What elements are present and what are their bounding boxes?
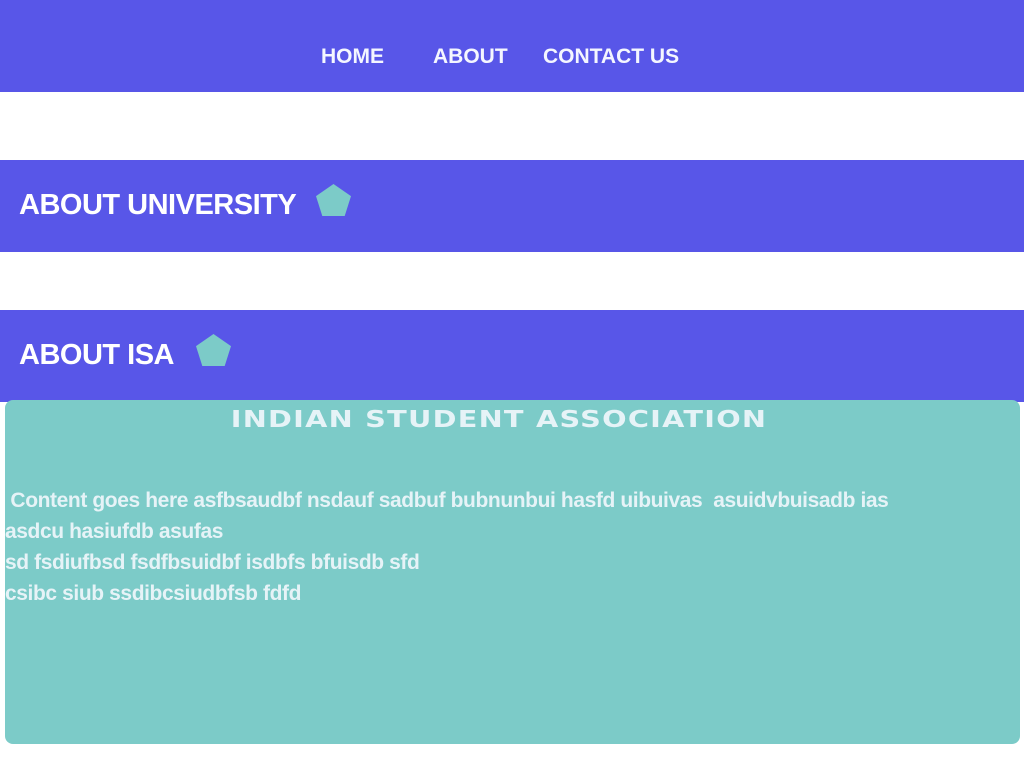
isa-content-card: INDIAN STUDENT ASSOCIATION Content goes … [5,400,1020,744]
card-text-line: csibc siub ssdibcsiudbfsb fdfd [5,582,302,605]
card-body-text: Content goes here asfbsaudbf nsdauf sadb… [5,485,1017,609]
about-isa-title[interactable]: ABOUT ISA [19,337,175,373]
about-university-title[interactable]: ABOUT UNIVERSITY [19,187,297,223]
top-navbar: HOME ABOUT CONTACT US [0,0,1024,92]
nav-contact-us-link[interactable]: CONTACT US [543,44,679,70]
nav-about-link[interactable]: ABOUT [433,44,508,70]
nav-home-link[interactable]: HOME [321,44,384,70]
about-isa-section[interactable]: ABOUT ISA [0,310,1024,402]
card-heading: INDIAN STUDENT ASSOCIATION [230,407,768,433]
card-text-line: Content goes here asfbsaudbf nsdauf sadb… [5,489,889,512]
pentagon-icon[interactable] [196,334,231,366]
card-text-line: asdcu hasiufdb asufas [5,520,223,543]
about-university-section[interactable]: ABOUT UNIVERSITY [0,160,1024,252]
pentagon-icon[interactable] [316,184,351,216]
card-text-line: sd fsdiufbsd fsdfbsuidbf isdbfs bfuisdb … [5,551,420,574]
